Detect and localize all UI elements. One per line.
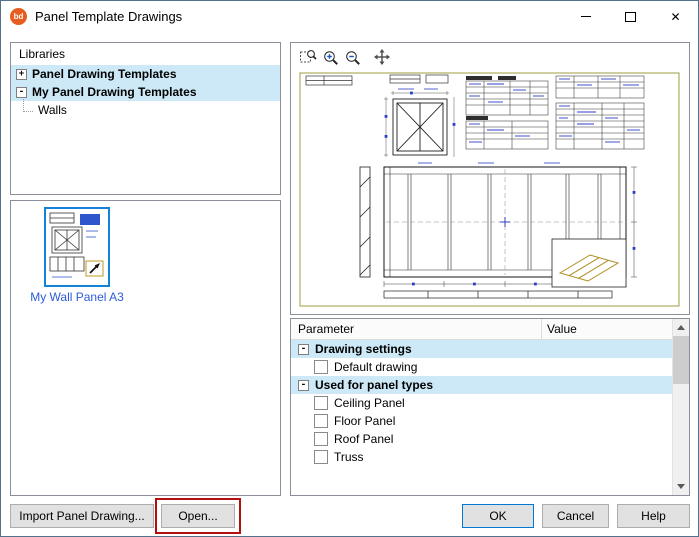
panel-template-drawings-dialog: bd Panel Template Drawings ✕ Libraries +… <box>0 0 699 537</box>
maximize-button[interactable] <box>608 1 653 32</box>
tree-item-label: My Panel Drawing Templates <box>32 85 197 99</box>
tree-connector <box>23 99 33 112</box>
zoom-in-button[interactable] <box>319 46 341 68</box>
param-row-truss[interactable]: Truss <box>291 448 672 466</box>
app-icon: bd <box>10 8 27 25</box>
cad-drawing <box>298 71 681 309</box>
param-group-drawing-settings[interactable]: -Drawing settings <box>291 340 672 358</box>
column-divider <box>541 319 542 339</box>
tree-item-label: Walls <box>38 103 67 117</box>
maximize-icon <box>625 12 636 22</box>
param-label: Floor Panel <box>334 414 395 428</box>
scrollbar-thumb[interactable] <box>673 336 689 384</box>
param-group-used-for-panel-types[interactable]: -Used for panel types <box>291 376 672 394</box>
scroll-down-button[interactable] <box>673 478 689 495</box>
close-button[interactable]: ✕ <box>653 1 698 32</box>
checkbox-ceiling-panel[interactable] <box>314 396 328 410</box>
arrow-down-icon <box>677 484 685 489</box>
window-title: Panel Template Drawings <box>35 1 182 32</box>
parameter-scrollbar[interactable] <box>672 319 689 495</box>
param-label: Truss <box>334 450 364 464</box>
app-icon-label: bd <box>14 12 24 21</box>
preview-panel <box>290 42 690 315</box>
help-button[interactable]: Help <box>617 504 690 528</box>
thumbnail-label: My Wall Panel A3 <box>19 290 135 304</box>
parameter-panel: Parameter Value -Drawing settingsDefault… <box>290 318 690 496</box>
import-panel-drawing-button[interactable]: Import Panel Drawing... <box>10 504 154 528</box>
thumbnail-image[interactable] <box>44 207 110 287</box>
open-button[interactable]: Open... <box>161 504 235 528</box>
param-label: Drawing settings <box>315 342 412 356</box>
preview-canvas[interactable] <box>298 71 681 309</box>
window-controls: ✕ <box>563 1 698 32</box>
param-label: Ceiling Panel <box>334 396 405 410</box>
expand-icon[interactable]: + <box>16 69 27 80</box>
title-bar: bd Panel Template Drawings ✕ <box>1 1 698 32</box>
libraries-tree: +Panel Drawing Templates-My Panel Drawin… <box>11 65 280 119</box>
tree-item-label: Panel Drawing Templates <box>32 67 177 81</box>
checkbox-floor-panel[interactable] <box>314 414 328 428</box>
checkbox-roof-panel[interactable] <box>314 432 328 446</box>
checkbox-default-drawing[interactable] <box>314 360 328 374</box>
parameter-header: Parameter Value <box>291 319 672 340</box>
collapse-icon[interactable]: - <box>16 87 27 98</box>
thumbnail-list: My Wall Panel A3 <box>10 200 281 496</box>
thumbnail-drawing <box>46 209 108 285</box>
param-row-roof-panel[interactable]: Roof Panel <box>291 430 672 448</box>
param-row-ceiling-panel[interactable]: Ceiling Panel <box>291 394 672 412</box>
param-label: Roof Panel <box>334 432 393 446</box>
tree-item-walls[interactable]: Walls <box>11 101 280 119</box>
thumbnail-item[interactable]: My Wall Panel A3 <box>19 207 135 304</box>
ok-button[interactable]: OK <box>462 504 534 528</box>
zoom-window-icon <box>299 48 317 66</box>
minimize-icon <box>581 16 591 17</box>
checkbox-truss[interactable] <box>314 450 328 464</box>
column-header-parameter: Parameter <box>298 322 354 336</box>
parameter-rows: -Drawing settingsDefault drawing-Used fo… <box>291 340 672 466</box>
pan-icon <box>373 48 391 66</box>
param-row-floor-panel[interactable]: Floor Panel <box>291 412 672 430</box>
tree-item-panel-drawing-templates[interactable]: + Panel Drawing Templates <box>11 65 280 83</box>
scroll-up-button[interactable] <box>673 319 689 336</box>
param-label: Default drawing <box>334 360 417 374</box>
preview-toolbar <box>297 46 393 68</box>
pan-button[interactable] <box>371 46 393 68</box>
column-header-value: Value <box>547 322 577 336</box>
libraries-label: Libraries <box>19 47 65 61</box>
zoom-out-icon <box>344 49 361 66</box>
collapse-icon[interactable]: - <box>298 380 309 391</box>
cancel-button[interactable]: Cancel <box>542 504 609 528</box>
zoom-window-button[interactable] <box>297 46 319 68</box>
collapse-icon[interactable]: - <box>298 344 309 355</box>
arrow-up-icon <box>677 325 685 330</box>
param-label: Used for panel types <box>315 378 433 392</box>
zoom-out-button[interactable] <box>341 46 363 68</box>
minimize-button[interactable] <box>563 1 608 32</box>
libraries-panel: Libraries +Panel Drawing Templates-My Pa… <box>10 42 281 195</box>
tree-item-my-panel-drawing-templates[interactable]: -My Panel Drawing Templates <box>11 83 280 101</box>
close-icon: ✕ <box>670 11 680 23</box>
zoom-in-icon <box>322 49 339 66</box>
param-row-default-drawing[interactable]: Default drawing <box>291 358 672 376</box>
